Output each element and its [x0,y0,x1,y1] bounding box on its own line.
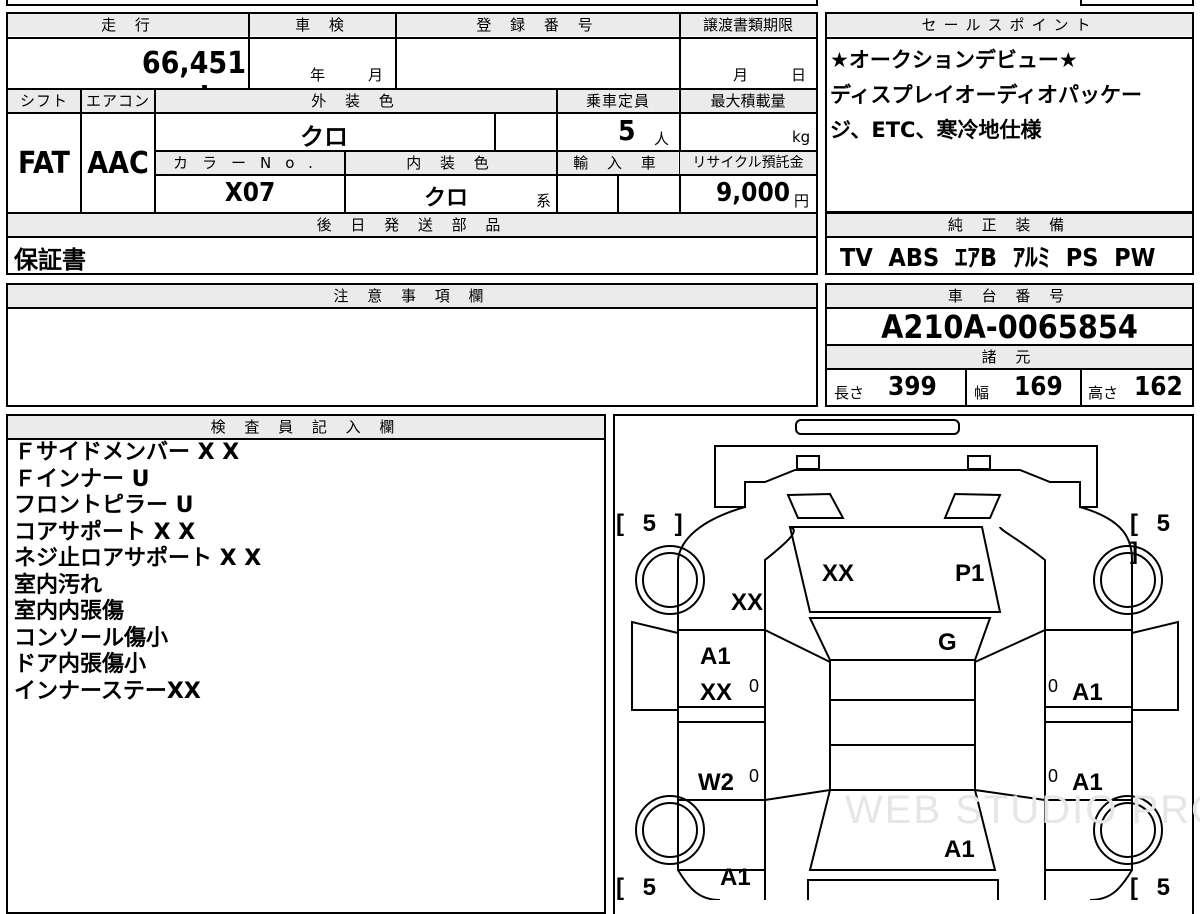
shaken-header: 車 検 [250,14,396,36]
inspector-line: Ｆサイドメンバー X X [14,440,240,465]
mark-zero-left-front: 0 [749,676,760,696]
mark-hood-left: XX [822,560,855,587]
capacity-header: 乗車定員 [558,90,678,112]
transfer-month-unit: 月 [733,66,749,84]
inspector-line: 室内汚れ [14,572,103,598]
sales-points-line-1: ★オークションデビュー★ [830,48,1078,72]
mark-windshield: G [938,629,957,656]
capacity-unit: 人 [654,130,670,148]
mark-rear-door-left: W2 [698,769,734,796]
top-row-fragment [6,0,818,6]
tire-mark-rear-right: [ 5 [1130,874,1177,901]
mark-zero-right-front: 0 [1048,676,1059,696]
mark-hood-right: P1 [955,560,985,587]
aircon-value: AAC [87,146,149,181]
height-label: 高さ [1088,384,1119,402]
chassis-number: A210A-0065854 [881,308,1138,346]
tire-mark-front-right: [ 5 ] [1130,510,1177,565]
inspector-line: インナーステーXX [14,678,201,704]
later-parts-header: 後 日 発 送 部 品 [8,214,816,236]
max-load-header: 最大積載量 [680,90,816,112]
inspector-line: Ｆインナー U [14,466,150,492]
mark-rear-fender-left: A1 [720,864,751,891]
import-header: 輸 入 車 [558,152,678,174]
recycle-header: リサイクル預託金 [680,152,816,174]
sales-points-line-3: ジ、ETC、寒冷地仕様 [830,118,1042,142]
tire-mark-rear-left: [ 5 [616,874,663,901]
shaken-year-unit: 年 [310,66,326,84]
recycle-fee-value: 9,000 [716,178,790,208]
interior-color-header: 内 装 色 [346,152,556,174]
width-value: 169 [1014,372,1063,402]
exterior-color-value: クロ [300,123,348,151]
shift-header: シフト [8,90,80,112]
equipment-airbag: ｴｱB [954,243,997,272]
equipment-header: 純 正 装 備 [827,214,1192,236]
later-parts-value: 保証書 [14,246,86,274]
notes-header: 注 意 事 項 欄 [8,285,816,307]
sales-points-header: セールスポイント [827,14,1192,36]
equipment-list: TV ABS ｴｱB ｱﾙﾐ PS PW [840,238,1155,274]
equipment-alloy: ｱﾙﾐ [1012,243,1051,272]
mark-zero-left-rear: 0 [749,766,760,786]
interior-suffix: 系 [536,192,552,210]
mark-rear-panel: A1 [944,836,975,863]
inspector-notes: Ｆサイドメンバー X X Ｆインナー U フロントピラー U コアサポート X … [14,440,261,705]
inspector-line: コンソール傷小 [14,625,169,651]
length-label: 長さ [834,384,865,402]
height-value: 162 [1134,372,1183,402]
chassis-header: 車 台 番 号 [827,285,1192,307]
capacity-value: 5 [618,114,636,147]
specs-header: 諸 元 [827,346,1192,368]
inspector-line: コアサポート X X [14,519,196,545]
equipment-ps: PS [1065,243,1099,272]
length-value: 399 [888,372,937,402]
shaken-month-unit: 月 [368,66,384,84]
inspector-line: ドア内張傷小 [14,652,147,677]
shift-value: FAT [18,146,70,181]
equipment-tv: TV [840,243,873,272]
inspector-line: 室内内張傷 [14,599,125,624]
watermark: WEB STUDIO PRO [845,788,1200,832]
inspector-line: フロントピラー U [14,493,194,518]
aircon-header: エアコン [82,90,154,112]
top-row-fragment-right [1080,0,1194,6]
transfer-deadline-header: 譲渡書類期限 [680,14,816,36]
tire-mark-front-left: [ 5 ] [616,510,689,537]
equipment-abs: ABS [888,243,940,272]
exterior-color-header: 外 装 色 [156,90,556,112]
inspector-line: ネジ止ロアサポート X X [14,546,262,571]
color-no-header: カラーNo. [156,152,344,174]
recycle-fee-unit: 円 [794,192,810,210]
mark-zero-right-rear: 0 [1048,766,1059,786]
interior-color-value: クロ [424,186,469,211]
equipment-pw: PW [1114,243,1156,272]
mileage-header: 走 行 [8,14,250,36]
sales-points-panel [825,12,1194,213]
mark-front-door-left-b: XX [700,679,733,706]
max-load-unit: kg [792,128,811,146]
registration-header: 登 録 番 号 [396,14,680,36]
mark-front-door-right: A1 [1072,679,1103,706]
inspector-header: 検 査 員 記 入 欄 [8,416,604,438]
mark-front-door-left-a: A1 [700,643,731,670]
mark-front-fender-left: XX [731,589,764,616]
color-no-value: X07 [224,178,276,208]
sales-points-line-2: ディスプレイオーディオパッケー [830,83,1143,107]
width-label: 幅 [974,384,990,402]
transfer-day-unit: 日 [791,66,807,84]
